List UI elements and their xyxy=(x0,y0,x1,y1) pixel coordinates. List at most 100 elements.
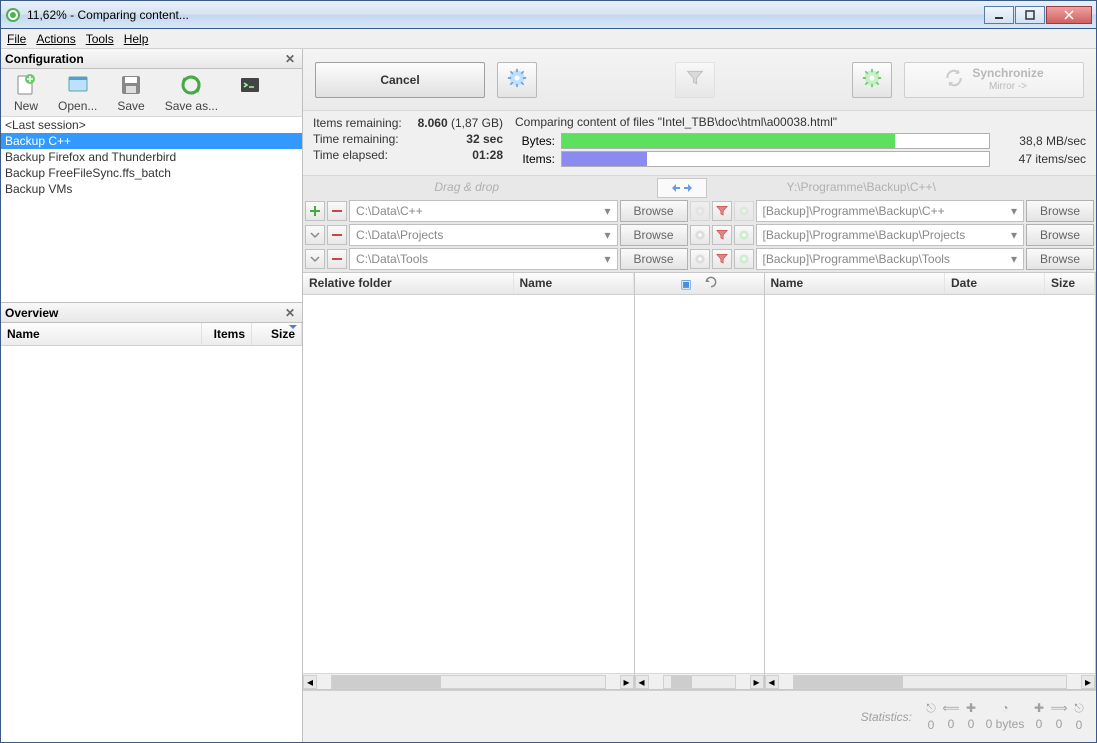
new-button[interactable]: New xyxy=(5,70,47,116)
overview-col-size[interactable]: Size xyxy=(252,323,302,345)
grid-mid-scrollbar[interactable]: ◂▸ xyxy=(635,673,764,689)
col-right-name[interactable]: Name xyxy=(765,273,946,294)
overview-body xyxy=(1,346,302,742)
minimize-button[interactable] xyxy=(984,6,1014,24)
menu-file[interactable]: File xyxy=(7,32,26,46)
col-left-name[interactable]: Name xyxy=(514,273,634,294)
config-item[interactable]: Backup Firefox and Thunderbird xyxy=(1,149,302,165)
config-item[interactable]: Backup C++ xyxy=(1,133,302,149)
stat-icon: ⟹ xyxy=(1050,701,1067,715)
stat-icon: ⎋ xyxy=(1074,701,1084,716)
compare-settings-button[interactable] xyxy=(497,62,537,98)
configuration-close-icon[interactable]: ✕ xyxy=(282,51,298,67)
time-elapsed-label: Time elapsed: xyxy=(313,148,388,162)
stat-icon: ✚ xyxy=(1034,701,1044,715)
pair-header: Drag & drop Y:\Programme\Backup\C++\ xyxy=(305,178,1094,198)
pair-sync-settings[interactable] xyxy=(734,201,754,221)
grid-left-scrollbar[interactable]: ◂▸ xyxy=(303,673,634,689)
pair-row: C:\Data\C++▾Browse[Backup]\Programme\Bac… xyxy=(305,200,1094,222)
stat-value: 0 xyxy=(1056,717,1063,731)
close-button[interactable] xyxy=(1046,6,1092,24)
grid-left-body[interactable] xyxy=(303,295,634,673)
right-pane: Cancel Synchronize Mirror -> xyxy=(303,49,1096,742)
overview-title: Overview xyxy=(5,306,58,320)
pair-filter-button[interactable] xyxy=(712,225,732,245)
col-date[interactable]: Date xyxy=(945,273,1045,294)
remove-pair-button[interactable] xyxy=(327,225,347,245)
stat-value: 0 xyxy=(1036,717,1043,731)
browse-left-button[interactable]: Browse xyxy=(620,224,688,246)
time-remaining-value: 32 sec xyxy=(466,132,503,146)
items-remaining-size: (1,87 GB) xyxy=(451,116,503,130)
cancel-button[interactable]: Cancel xyxy=(315,62,485,98)
pair-sync-settings[interactable] xyxy=(734,249,754,269)
sync-icon xyxy=(944,68,964,91)
maximize-button[interactable] xyxy=(1015,6,1045,24)
left-path-input[interactable]: C:\Data\Projects▾ xyxy=(349,224,618,246)
synchronize-button[interactable]: Synchronize Mirror -> xyxy=(904,62,1084,98)
items-rate: 47 items/sec xyxy=(996,152,1086,166)
new-icon xyxy=(14,73,38,97)
app-icon xyxy=(5,7,21,23)
overview-col-name[interactable]: Name xyxy=(1,323,202,345)
config-list[interactable]: <Last session>Backup C++Backup Firefox a… xyxy=(1,117,302,303)
right-path-input[interactable]: [Backup]\Programme\Backup\C++▾ xyxy=(756,200,1025,222)
saveas-button[interactable]: Save as... xyxy=(156,70,227,116)
refresh-icon[interactable] xyxy=(704,275,718,292)
sync-settings-button[interactable] xyxy=(852,62,892,98)
overview-header: Overview ✕ xyxy=(1,303,302,323)
status-bar: Statistics: ⎋0⟸0✚0◔0 bytes✚0⟹0⎋0 xyxy=(303,690,1096,742)
pair-dropdown-button[interactable] xyxy=(305,249,325,269)
menu-tools[interactable]: Tools xyxy=(86,32,114,46)
pair-compare-settings[interactable] xyxy=(690,249,710,269)
left-path-input[interactable]: C:\Data\Tools▾ xyxy=(349,248,618,270)
pair-dropdown-button[interactable] xyxy=(305,225,325,245)
grid-right-scrollbar[interactable]: ◂▸ xyxy=(765,673,1096,689)
stat-value: 0 xyxy=(968,717,975,731)
camera-icon[interactable]: ▣ xyxy=(680,277,691,291)
open-button[interactable]: Open... xyxy=(49,70,106,116)
main-toolbar: Cancel Synchronize Mirror -> xyxy=(303,49,1096,111)
grid-right-body[interactable] xyxy=(765,295,1096,673)
grid-mid-body[interactable] xyxy=(635,295,764,673)
col-relative-folder[interactable]: Relative folder xyxy=(303,273,514,294)
browse-left-button[interactable]: Browse xyxy=(620,200,688,222)
browse-left-button[interactable]: Browse xyxy=(620,248,688,270)
open-icon xyxy=(66,73,90,97)
batch-button[interactable] xyxy=(229,70,271,116)
overview-close-icon[interactable]: ✕ xyxy=(282,305,298,321)
pair-filter-button[interactable] xyxy=(712,249,732,269)
save-button[interactable]: Save xyxy=(108,70,153,116)
browse-right-button[interactable]: Browse xyxy=(1026,200,1094,222)
menu-actions[interactable]: Actions xyxy=(36,32,75,46)
browse-right-button[interactable]: Browse xyxy=(1026,224,1094,246)
remove-pair-button[interactable] xyxy=(327,201,347,221)
left-pane: Configuration ✕ New Open... Save xyxy=(1,49,303,742)
config-item[interactable]: Backup VMs xyxy=(1,181,302,197)
pair-compare-settings[interactable] xyxy=(690,225,710,245)
overview-col-items[interactable]: Items xyxy=(202,323,252,345)
right-path-input[interactable]: [Backup]\Programme\Backup\Projects▾ xyxy=(756,224,1025,246)
saveas-icon xyxy=(179,73,203,97)
left-path-input[interactable]: C:\Data\C++▾ xyxy=(349,200,618,222)
stat-icon: ⟸ xyxy=(942,701,959,715)
add-pair-button[interactable] xyxy=(305,201,325,221)
filter-button[interactable] xyxy=(675,62,715,98)
grid-right: Name Date Size ◂▸ xyxy=(765,273,1097,689)
col-size[interactable]: Size xyxy=(1045,273,1095,294)
comparison-grid: Relative folder Name ◂▸ ▣ ◂▸ xyxy=(303,273,1096,690)
pair-sync-settings[interactable] xyxy=(734,225,754,245)
remove-pair-button[interactable] xyxy=(327,249,347,269)
right-path-input[interactable]: [Backup]\Programme\Backup\Tools▾ xyxy=(756,248,1025,270)
config-item[interactable]: Backup FreeFileSync.ffs_batch xyxy=(1,165,302,181)
menu-help[interactable]: Help xyxy=(124,32,149,46)
bytes-progressbar xyxy=(561,133,990,149)
batch-icon xyxy=(238,73,262,97)
items-label: Items: xyxy=(515,152,555,166)
config-item[interactable]: <Last session> xyxy=(1,117,302,133)
pair-compare-settings[interactable] xyxy=(690,201,710,221)
browse-right-button[interactable]: Browse xyxy=(1026,248,1094,270)
swap-button[interactable] xyxy=(657,178,707,198)
pair-filter-button[interactable] xyxy=(712,201,732,221)
open-label: Open... xyxy=(58,99,97,113)
